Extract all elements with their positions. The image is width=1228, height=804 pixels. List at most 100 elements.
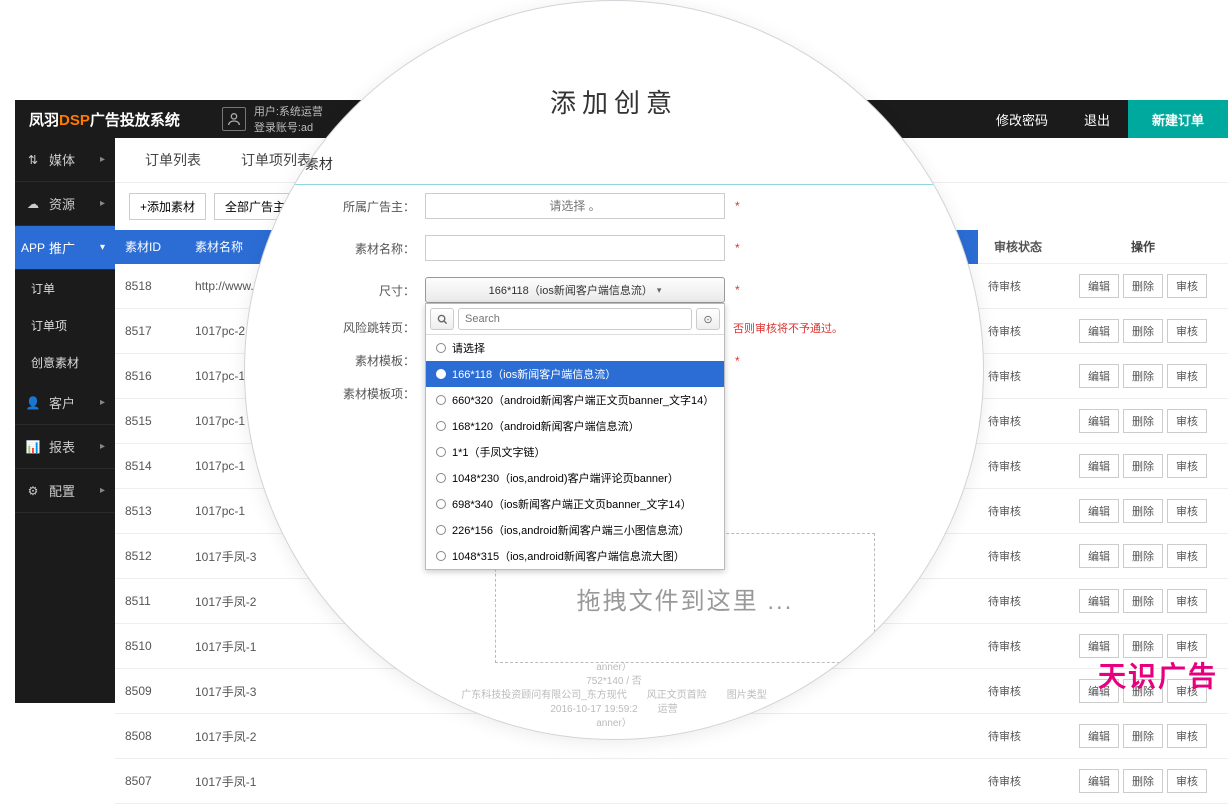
sidebar-item-客户[interactable]: 👤客户▸ xyxy=(15,381,115,425)
delete-button[interactable]: 删除 xyxy=(1123,499,1163,523)
review-button[interactable]: 审核 xyxy=(1167,769,1207,793)
cell-id: 8513 xyxy=(115,489,185,534)
dropdown-option[interactable]: 168*120（android新闻客户端信息流） xyxy=(426,413,724,439)
delete-button[interactable]: 删除 xyxy=(1123,454,1163,478)
sidebar-item-资源[interactable]: ☁资源▸ xyxy=(15,182,115,226)
new-order-button[interactable]: 新建订单 xyxy=(1128,100,1228,138)
size-select[interactable]: 166*118（ios新闻客户端信息流） xyxy=(425,277,725,303)
sidebar-item-label: 报表 xyxy=(49,437,75,456)
delete-button[interactable]: 删除 xyxy=(1123,769,1163,793)
edit-button[interactable]: 编辑 xyxy=(1079,274,1119,298)
chevron-right-icon: ▸ xyxy=(100,198,105,209)
edit-button[interactable]: 编辑 xyxy=(1079,544,1119,568)
size-dropdown: ⊙ 请选择 166*118（ios新闻客户端信息流）660*320（android… xyxy=(425,303,725,570)
dropdown-option[interactable]: 226*156（ios,android新闻客户端三小图信息流） xyxy=(426,517,724,543)
col-id: 素材ID xyxy=(115,230,185,264)
col-ops: 操作 xyxy=(1058,230,1228,264)
sidebar-item-配置[interactable]: ⚙配置▸ xyxy=(15,469,115,513)
edit-button[interactable]: 编辑 xyxy=(1079,589,1119,613)
review-button[interactable]: 审核 xyxy=(1167,319,1207,343)
dropdown-option[interactable]: 698*340（ios新闻客户端正文页banner_文字14） xyxy=(426,491,724,517)
review-button[interactable]: 审核 xyxy=(1167,499,1207,523)
cell-status: 待审核 xyxy=(978,489,1058,534)
edit-button[interactable]: 编辑 xyxy=(1079,364,1119,388)
radio-icon xyxy=(436,551,446,561)
delete-button[interactable]: 删除 xyxy=(1123,589,1163,613)
sidebar-subitem-订单项[interactable]: 订单项 xyxy=(15,307,115,344)
sidebar: ⇅媒体▸☁资源▸APP推广▾订单订单项创意素材👤客户▸📊报表▸⚙配置▸ xyxy=(15,138,115,703)
material-name-input[interactable] xyxy=(425,235,725,261)
cell-status: 待审核 xyxy=(978,264,1058,309)
dropdown-option-label: 请选择 xyxy=(452,340,485,356)
delete-button[interactable]: 删除 xyxy=(1123,319,1163,343)
delete-button[interactable]: 删除 xyxy=(1123,409,1163,433)
sidebar-subitem-创意素材[interactable]: 创意素材 xyxy=(15,344,115,381)
nav-icon: ☁ xyxy=(25,196,41,212)
cell-status: 待审核 xyxy=(978,534,1058,579)
cell-status: 待审核 xyxy=(978,309,1058,354)
sidebar-item-label: 推广 xyxy=(49,238,75,257)
review-button[interactable]: 审核 xyxy=(1167,274,1207,298)
label-material-name: 素材名称： xyxy=(245,240,425,257)
tab-orders[interactable]: 订单列表 xyxy=(145,150,201,170)
cell-actions: 编辑删除审核 xyxy=(1058,309,1228,354)
cell-id: 8509 xyxy=(115,669,185,714)
edit-button[interactable]: 编辑 xyxy=(1079,724,1119,748)
dropdown-option-label: 1048*230（ios,android)客户端评论页banner） xyxy=(452,470,679,486)
chevron-right-icon: ▸ xyxy=(100,397,105,408)
cell-actions: 编辑删除审核 xyxy=(1058,354,1228,399)
dropdown-option[interactable]: 660*320（android新闻客户端正文页banner_文字14） xyxy=(426,387,724,413)
dropdown-settings-icon[interactable]: ⊙ xyxy=(696,308,720,330)
edit-button[interactable]: 编辑 xyxy=(1079,409,1119,433)
delete-button[interactable]: 删除 xyxy=(1123,364,1163,388)
review-button[interactable]: 审核 xyxy=(1167,544,1207,568)
sidebar-subitem-订单[interactable]: 订单 xyxy=(15,270,115,307)
add-material-button[interactable]: +添加素材 xyxy=(129,193,206,220)
logout-link[interactable]: 退出 xyxy=(1066,100,1128,138)
edit-button[interactable]: 编辑 xyxy=(1079,454,1119,478)
required-star: * xyxy=(735,354,740,368)
cell-id: 8518 xyxy=(115,264,185,309)
sidebar-item-推广[interactable]: APP推广▾ xyxy=(15,226,115,270)
cell-id: 8511 xyxy=(115,579,185,624)
watermark: 天识广告 xyxy=(1098,655,1218,695)
dropdown-option-label: 226*156（ios,android新闻客户端三小图信息流） xyxy=(452,522,690,538)
row-advertiser: 所属广告主： * xyxy=(245,185,983,227)
dropdown-option[interactable]: 1*1（手凤文字链） xyxy=(426,439,724,465)
cell-actions: 编辑删除审核 xyxy=(1058,264,1228,309)
review-button[interactable]: 审核 xyxy=(1167,589,1207,613)
nav-icon: 📊 xyxy=(25,439,41,455)
delete-button[interactable]: 删除 xyxy=(1123,274,1163,298)
search-icon[interactable] xyxy=(430,308,454,330)
panel-title: 添加 素材 xyxy=(253,144,975,185)
label-template: 素材模板： xyxy=(245,352,425,369)
nav-icon: ⇅ xyxy=(25,152,41,168)
edit-button[interactable]: 编辑 xyxy=(1079,499,1119,523)
delete-button[interactable]: 删除 xyxy=(1123,724,1163,748)
change-password-link[interactable]: 修改密码 xyxy=(978,100,1066,138)
radio-icon xyxy=(436,447,446,457)
advertiser-input[interactable] xyxy=(425,193,725,219)
chevron-right-icon: ▸ xyxy=(100,485,105,496)
dropdown-option[interactable]: 1048*315（ios,android新闻客户端信息流大图） xyxy=(426,543,724,569)
sidebar-item-报表[interactable]: 📊 报表 ▸ xyxy=(15,425,115,469)
dropdown-option[interactable]: 请选择 xyxy=(426,335,724,361)
review-button[interactable]: 审核 xyxy=(1167,364,1207,388)
dropdown-option[interactable]: 1048*230（ios,android)客户端评论页banner） xyxy=(426,465,724,491)
review-button[interactable]: 审核 xyxy=(1167,454,1207,478)
chevron-right-icon: ▸ xyxy=(100,441,105,452)
chevron-right-icon: ▸ xyxy=(100,154,105,165)
delete-button[interactable]: 删除 xyxy=(1123,544,1163,568)
edit-button[interactable]: 编辑 xyxy=(1079,769,1119,793)
edit-button[interactable]: 编辑 xyxy=(1079,319,1119,343)
review-button[interactable]: 审核 xyxy=(1167,724,1207,748)
col-status: 审核状态 xyxy=(978,230,1058,264)
add-material-panel: 添加 素材 所属广告主： * 素材名称： * 尺寸： 166*118（ios新闻… xyxy=(245,144,983,663)
review-button[interactable]: 审核 xyxy=(1167,409,1207,433)
dropdown-option[interactable]: 166*118（ios新闻客户端信息流） xyxy=(426,361,724,387)
tab-order-items[interactable]: 订单项列表 xyxy=(241,150,311,170)
sidebar-item-媒体[interactable]: ⇅媒体▸ xyxy=(15,138,115,182)
row-material-name: 素材名称： * xyxy=(245,227,983,269)
dropdown-search-input[interactable] xyxy=(458,308,692,330)
label-risk-jump: 风险跳转页： xyxy=(245,319,425,336)
